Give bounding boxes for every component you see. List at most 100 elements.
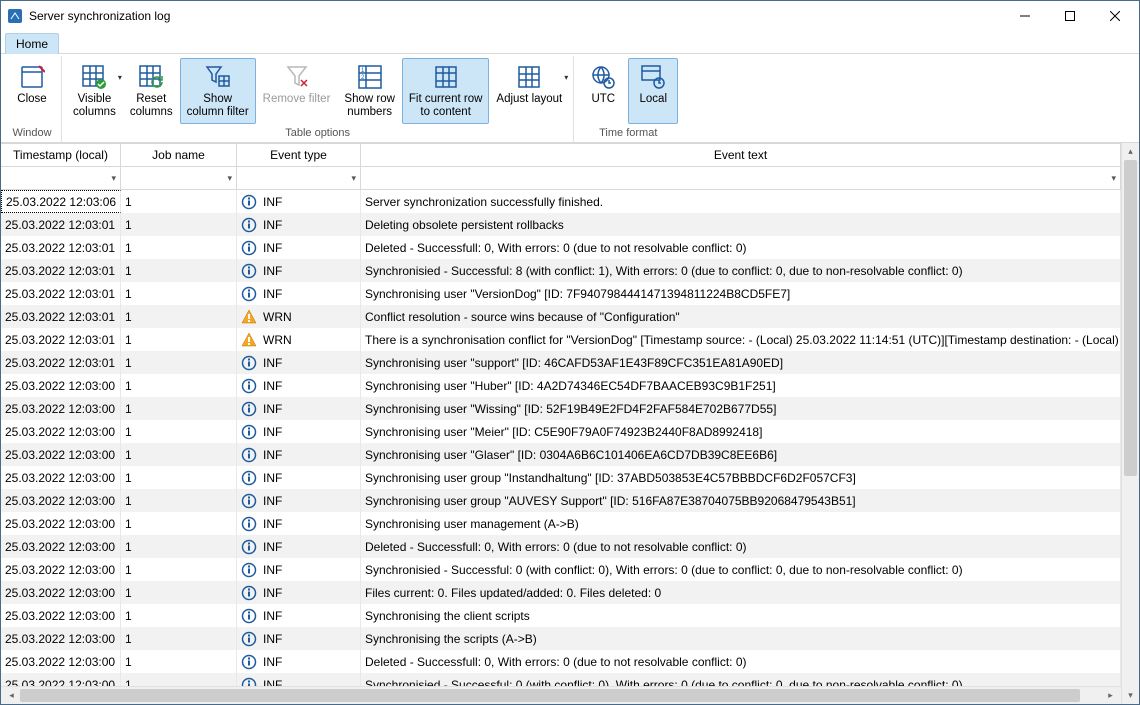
cell-timestamp: 25.03.2022 12:03:00 (1, 558, 121, 581)
local-button[interactable]: Local (628, 58, 678, 124)
cell-job: 1 (121, 443, 237, 466)
table-row[interactable]: 25.03.2022 12:03:011INFSynchronising use… (1, 351, 1121, 374)
cell-event-text: Synchronising user "support" [ID: 46CAFD… (361, 351, 1121, 374)
table-row[interactable]: 25.03.2022 12:03:001INFSynchronisied - S… (1, 673, 1121, 686)
ribbon-tabstrip: Home (1, 31, 1139, 54)
cell-event-type: INF (237, 351, 361, 374)
cell-event-type: INF (237, 466, 361, 489)
ribbon-label: UTC (591, 93, 615, 106)
filter-row: ▾ ▾ ▾ ▾ (1, 167, 1121, 190)
grid-numbers-icon: 12 (357, 63, 383, 91)
cell-event-text: Synchronising user "Glaser" [ID: 0304A6B… (361, 443, 1121, 466)
cell-timestamp: 25.03.2022 12:03:00 (1, 535, 121, 558)
cell-event-text: Synchronising user "Wissing" [ID: 52F19B… (361, 397, 1121, 420)
table-row[interactable]: 25.03.2022 12:03:001INFSynchronising use… (1, 443, 1121, 466)
maximize-button[interactable] (1047, 1, 1092, 31)
table-row[interactable]: 25.03.2022 12:03:011INFSynchronisied - S… (1, 259, 1121, 282)
info-icon (241, 286, 257, 302)
table-row[interactable]: 25.03.2022 12:03:001INFDeleted - Success… (1, 535, 1121, 558)
show-row-numbers-button[interactable]: 12Show row numbers (337, 58, 402, 124)
ribbon-group-window: CloseWindow (3, 56, 62, 142)
table-row[interactable]: 25.03.2022 12:03:001INFDeleted - Success… (1, 650, 1121, 673)
scroll-left-button[interactable]: ◂ (3, 690, 20, 701)
cell-event-type: INF (237, 420, 361, 443)
hscroll-thumb[interactable] (20, 689, 1080, 702)
reset-columns-button[interactable]: Reset columns (123, 58, 180, 124)
horizontal-scrollbar[interactable]: ◂ ▸ (1, 686, 1121, 704)
table-row[interactable]: 25.03.2022 12:03:001INFSynchronising use… (1, 397, 1121, 420)
info-icon (241, 263, 257, 279)
cell-job: 1 (121, 351, 237, 374)
show-column-filter-button[interactable]: Show column filter (180, 58, 256, 124)
table-row[interactable]: 25.03.2022 12:03:011WRNThere is a synchr… (1, 328, 1121, 351)
table-row[interactable]: 25.03.2022 12:03:011WRNConflict resoluti… (1, 305, 1121, 328)
vscroll-thumb[interactable] (1124, 160, 1137, 476)
close-button[interactable]: Close (7, 58, 57, 124)
cell-job: 1 (121, 627, 237, 650)
cell-event-text: Deleting obsolete persistent rollbacks (361, 213, 1121, 236)
utc-button[interactable]: UTC (578, 58, 628, 124)
filter-event-text[interactable]: ▾ (361, 167, 1121, 189)
table-row[interactable]: 25.03.2022 12:03:011INFDeleted - Success… (1, 236, 1121, 259)
table-row[interactable]: 25.03.2022 12:03:001INFSynchronising use… (1, 489, 1121, 512)
scroll-down-button[interactable]: ▾ (1122, 687, 1139, 704)
header-event-text[interactable]: Event text (361, 144, 1121, 166)
header-event-type[interactable]: Event type (237, 144, 361, 166)
cell-event-text: Files current: 0. Files updated/added: 0… (361, 581, 1121, 604)
scroll-right-button[interactable]: ▸ (1102, 690, 1119, 701)
table-row[interactable]: 25.03.2022 12:03:001INFSynchronisied - S… (1, 558, 1121, 581)
header-job[interactable]: Job name (121, 144, 237, 166)
cell-event-type: INF (237, 374, 361, 397)
ribbon-label: Fit current row to content (409, 93, 483, 119)
cell-event-type: INF (237, 604, 361, 627)
chevron-down-icon: ▾ (1111, 173, 1116, 184)
table-row[interactable]: 25.03.2022 12:03:061INFServer synchroniz… (1, 190, 1121, 213)
cell-event-type: INF (237, 558, 361, 581)
grid-icon (516, 63, 542, 91)
table-row[interactable]: 25.03.2022 12:03:001INFSynchronising use… (1, 512, 1121, 535)
cell-event-text: Synchronising the client scripts (361, 604, 1121, 627)
ribbon-group-table-options: Visible columns▾Reset columns Show column… (62, 56, 574, 142)
cell-event-type: INF (237, 512, 361, 535)
cell-event-text: Synchronising user "Meier" [ID: C5E90F79… (361, 420, 1121, 443)
minimize-button[interactable] (1002, 1, 1047, 31)
cell-job: 1 (121, 374, 237, 397)
filter-event-type[interactable]: ▾ (237, 167, 361, 189)
tab-home[interactable]: Home (5, 33, 59, 54)
app-window: Server synchronization log Home CloseWin… (0, 0, 1140, 705)
table-row[interactable]: 25.03.2022 12:03:011INFSynchronising use… (1, 282, 1121, 305)
adjust-layout-button[interactable]: Adjust layout▾ (489, 58, 569, 124)
cell-event-type: INF (237, 190, 361, 213)
cell-timestamp: 25.03.2022 12:03:00 (1, 512, 121, 535)
cell-job: 1 (121, 650, 237, 673)
cell-event-text: Synchronising user "Huber" [ID: 4A2D7434… (361, 374, 1121, 397)
cell-job: 1 (121, 328, 237, 351)
cell-event-text: Deleted - Successfull: 0, With errors: 0… (361, 535, 1121, 558)
cell-timestamp: 25.03.2022 12:03:00 (1, 627, 121, 650)
fit-row-button[interactable]: Fit current row to content (402, 58, 490, 124)
filter-job[interactable]: ▾ (121, 167, 237, 189)
table-row[interactable]: 25.03.2022 12:03:001INFSynchronising use… (1, 466, 1121, 489)
header-timestamp[interactable]: Timestamp (local) (1, 144, 121, 166)
ribbon-group-caption: Time format (599, 124, 657, 142)
info-icon (241, 355, 257, 371)
table-row[interactable]: 25.03.2022 12:03:001INFSynchronising the… (1, 604, 1121, 627)
cell-job: 1 (121, 305, 237, 328)
cell-timestamp: 25.03.2022 12:03:00 (1, 604, 121, 627)
vertical-scrollbar[interactable]: ▴ ▾ (1121, 143, 1139, 704)
cell-event-type: INF (237, 627, 361, 650)
scroll-up-button[interactable]: ▴ (1122, 143, 1139, 160)
ribbon: CloseWindowVisible columns▾Reset columns… (1, 54, 1139, 143)
visible-columns-button[interactable]: Visible columns▾ (66, 58, 123, 124)
titlebar: Server synchronization log (1, 1, 1139, 31)
table-row[interactable]: 25.03.2022 12:03:001INFSynchronising use… (1, 420, 1121, 443)
close-window-button[interactable] (1092, 1, 1137, 31)
table-row[interactable]: 25.03.2022 12:03:001INFFiles current: 0.… (1, 581, 1121, 604)
cell-timestamp: 25.03.2022 12:03:00 (1, 466, 121, 489)
table-row[interactable]: 25.03.2022 12:03:011INFDeleting obsolete… (1, 213, 1121, 236)
cell-event-type: WRN (237, 305, 361, 328)
filter-timestamp[interactable]: ▾ (1, 167, 121, 189)
table-row[interactable]: 25.03.2022 12:03:001INFSynchronising the… (1, 627, 1121, 650)
ribbon-label: Show column filter (187, 93, 249, 119)
table-row[interactable]: 25.03.2022 12:03:001INFSynchronising use… (1, 374, 1121, 397)
